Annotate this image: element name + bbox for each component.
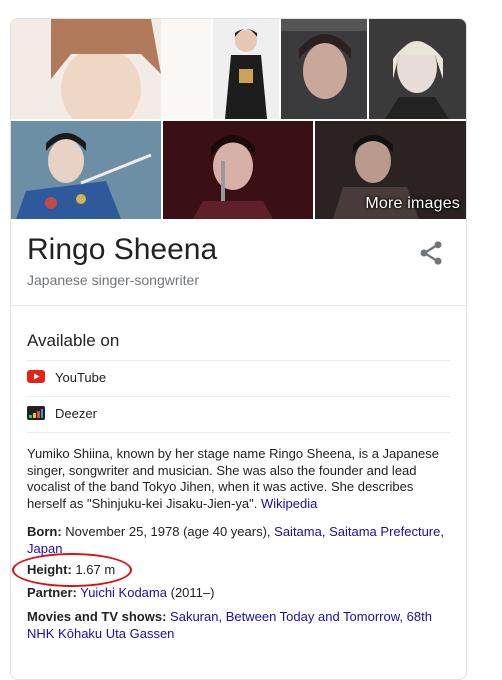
share-icon: [420, 241, 442, 265]
fact-partner: Partner: Yuichi Kodama (2011–): [27, 585, 453, 602]
entity-subtitle: Japanese singer-songwriter: [27, 272, 199, 288]
fact-movies: Movies and TV shows: Sakuran, Between To…: [27, 609, 453, 642]
fact-label: Born:: [27, 524, 62, 539]
birthplace-link-prefecture[interactable]: Saitama Prefecture,: [329, 524, 444, 539]
movie-link-between-today[interactable]: Between Today and Tomorrow,: [226, 609, 403, 624]
image-thumbnail-2[interactable]: [213, 19, 279, 119]
entity-title: Ringo Sheena: [27, 233, 218, 266]
image-thumbnail-6[interactable]: [163, 121, 313, 219]
movie-link-sakuran[interactable]: Sakuran,: [170, 609, 222, 624]
service-label: Deezer: [55, 405, 97, 421]
service-deezer[interactable]: Deezer: [27, 402, 97, 424]
fact-height: Height: 1.67 m: [27, 562, 453, 579]
fact-label: Movies and TV shows:: [27, 609, 167, 624]
fact-label: Height:: [27, 562, 72, 577]
wikipedia-link[interactable]: Wikipedia: [261, 496, 317, 511]
service-youtube[interactable]: YouTube: [27, 366, 106, 388]
fact-value: (2011–): [170, 585, 215, 600]
description-text: Yumiko Shiina, known by her stage name R…: [27, 446, 439, 511]
deezer-icon: [27, 406, 45, 420]
image-thumbnail-4[interactable]: [369, 19, 466, 119]
description: Yumiko Shiina, known by her stage name R…: [27, 446, 453, 512]
share-button[interactable]: [417, 239, 445, 267]
row-divider: [27, 396, 451, 397]
fact-label: Partner:: [27, 585, 77, 600]
image-thumbnail-7[interactable]: More images: [315, 121, 466, 219]
fact-value: November 25, 1978 (age 40 years),: [65, 524, 271, 539]
fact-born: Born: November 25, 1978 (age 40 years), …: [27, 524, 453, 557]
row-divider: [27, 432, 451, 433]
fact-value: 1.67 m: [75, 562, 116, 577]
youtube-icon: [27, 370, 45, 383]
section-divider: [11, 305, 466, 306]
partner-link[interactable]: Yuichi Kodama: [80, 585, 167, 600]
image-thumbnail-3[interactable]: [281, 19, 367, 119]
more-images-link[interactable]: More images: [365, 195, 460, 213]
row-divider: [27, 360, 451, 361]
service-label: YouTube: [55, 369, 107, 385]
birthplace-link-japan[interactable]: Japan: [27, 541, 62, 556]
knowledge-panel: More images Ringo Sheena Japanese singer…: [10, 18, 467, 680]
birthplace-link-saitama[interactable]: Saitama,: [274, 524, 325, 539]
available-on-heading: Available on: [27, 331, 120, 350]
image-thumbnail-1[interactable]: [11, 19, 211, 119]
image-thumbnail-5[interactable]: [11, 121, 161, 219]
